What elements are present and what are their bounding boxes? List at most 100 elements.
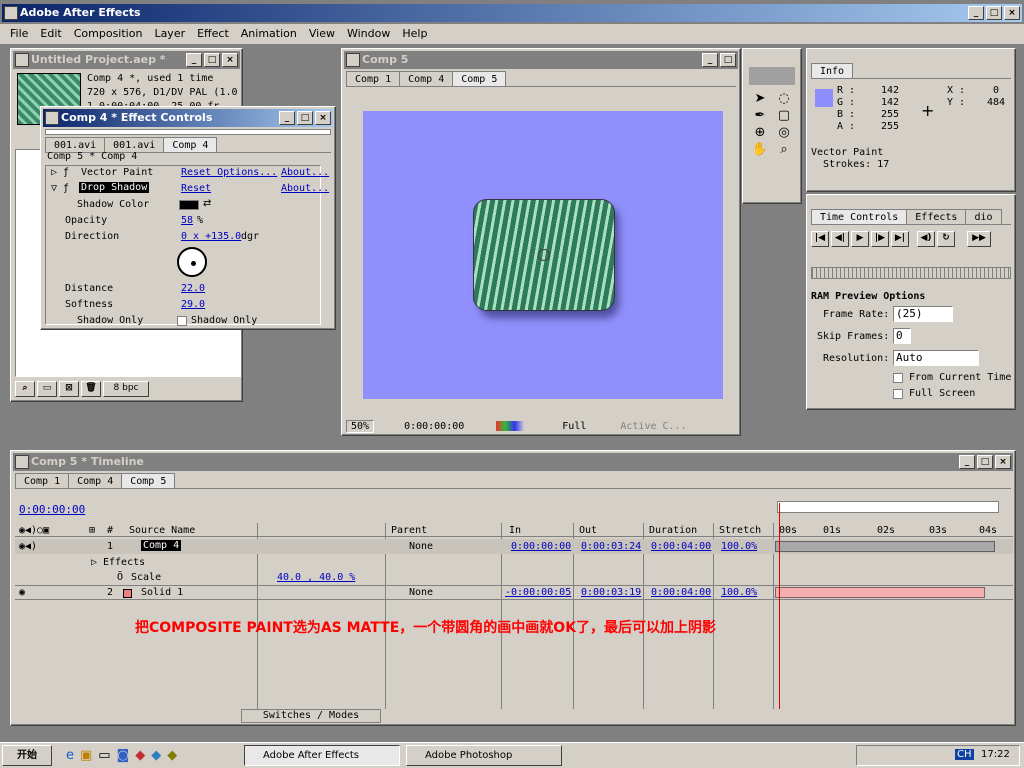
project-minimize-button[interactable]: _ [186,53,202,67]
mask-tool-icon[interactable]: ▢ [773,108,795,123]
prev-frame-icon[interactable]: ◀| [831,231,849,247]
layer-2-label[interactable] [123,589,132,598]
layer-1-switches[interactable]: ◉◀) [19,541,37,552]
scale-value[interactable]: 40.0 , 40.0 % [277,572,355,583]
ds-reset-link[interactable]: Reset [181,183,211,194]
project-maximize-button[interactable]: □ [204,53,220,67]
project-close-button[interactable]: × [222,53,238,67]
vp-about-link[interactable]: About... [281,167,329,178]
layer-1-out[interactable]: 0:00:03:24 [581,541,641,552]
channel-icon[interactable] [496,421,525,431]
start-button[interactable]: 开始 [2,745,52,766]
tl-tab-comp-4[interactable]: Comp 4 [68,473,123,488]
tl-tab-comp-1[interactable]: Comp 1 [15,473,70,488]
direction-dial[interactable] [177,247,207,277]
from-current-checkbox[interactable] [893,373,903,383]
anchor-point-icon[interactable] [538,249,550,261]
shadow-color-swatch[interactable] [179,200,199,210]
taskbar-photoshop[interactable]: Adobe Photoshop [406,745,562,766]
comp-time[interactable]: 0:00:00:00 [404,421,464,432]
opacity-value[interactable]: 58 [181,215,193,226]
timeline-current-time[interactable]: 0:00:00:00 [19,503,85,516]
frame-rate-select[interactable]: (25) [893,306,953,322]
tab-001-avi-1[interactable]: 001.avi [45,137,106,152]
selection-tool-icon[interactable]: ➤ [749,91,771,106]
layer-1-parent[interactable]: None [409,541,433,552]
comp-window[interactable]: Comp 5 _ □ Comp 1 Comp 4 Comp 5 50% 0:00:… [341,48,741,436]
audio-tab[interactable]: dio [965,209,1002,224]
menu-view[interactable]: View [303,25,341,43]
layer-2-name[interactable]: Solid 1 [141,587,183,598]
ec-maximize-button[interactable]: □ [297,111,313,125]
layer-2-switches[interactable]: ◉ [19,587,25,598]
comp-canvas[interactable] [346,91,736,411]
minimize-button[interactable]: _ [968,6,984,20]
stopwatch-icon[interactable]: Ö [117,572,123,583]
find-icon[interactable]: ⌕ [15,381,35,397]
menu-help[interactable]: Help [396,25,433,43]
layer-1-in[interactable]: 0:00:00:00 [511,541,571,552]
explorer-icon[interactable]: ▣ [80,748,92,763]
eyedropper-icon[interactable]: ⇄ [203,198,211,209]
ruler[interactable] [777,501,999,513]
layer-2-parent[interactable]: None [409,587,433,598]
info-window[interactable]: Info R :142 G :142 B :255 A :255 + X :0 … [806,48,1016,192]
drop-shadow-expander[interactable]: ▽ ƒ [51,183,69,194]
layer-1-stretch[interactable]: 100.0% [721,541,757,552]
skip-frames-input[interactable]: 0 [893,328,911,344]
timeline-window[interactable]: Comp 5 * Timeline _ □ × Comp 1 Comp 4 Comp… [10,450,1016,726]
tl-maximize-button[interactable]: □ [977,455,993,469]
app-icon-2[interactable]: ◆ [151,748,161,763]
vector-paint-expander[interactable]: ▷ ƒ [51,167,69,178]
time-slider[interactable] [811,267,1011,279]
hand-tool-icon[interactable]: ✋ [749,142,771,157]
comp-minimize-button[interactable]: _ [702,53,718,67]
softness-value[interactable]: 29.0 [181,299,205,310]
ds-about-link[interactable]: About... [281,183,329,194]
last-frame-icon[interactable]: ▶| [891,231,909,247]
new-comp-icon[interactable]: ⊠ [59,381,79,397]
app-icon-3[interactable]: ◆ [167,748,177,763]
tools-palette[interactable]: ➤ ◌ ✒ ▢ ⊕ ◎ ✋ ⌕ [742,48,802,204]
menu-animation[interactable]: Animation [235,25,303,43]
tab-001-avi-2[interactable]: 001.avi [104,137,165,152]
folder-icon[interactable]: ▭ [37,381,57,397]
comp-maximize-button[interactable]: □ [720,53,736,67]
ec-close-button[interactable]: × [315,111,331,125]
current-time-indicator[interactable] [779,503,780,709]
ram-preview-icon[interactable]: ▶▶ [967,231,991,247]
resolution-select[interactable]: Full [562,421,586,432]
rotate-tool-icon[interactable]: ◌ [773,91,795,106]
time-controls-window[interactable]: Time Controls Effects dio |◀ ◀| ▶ |▶ ▶| … [806,194,1016,410]
pen-tool-icon[interactable]: ✒ [749,108,771,123]
lang-indicator[interactable]: CH [955,749,974,760]
comp-tab-5[interactable]: Comp 5 [452,71,507,86]
tl-tab-comp-5[interactable]: Comp 5 [121,473,176,488]
maximize-button[interactable]: □ [986,6,1002,20]
switches-modes-toggle[interactable]: Switches / Modes [263,710,359,721]
taskbar-after-effects[interactable]: Adobe After Effects [244,745,400,766]
play-icon[interactable]: ▶ [851,231,869,247]
menu-edit[interactable]: Edit [34,25,67,43]
info-tab[interactable]: Info [811,63,854,78]
menu-window[interactable]: Window [341,25,396,43]
resolution-select[interactable]: Auto [893,350,979,366]
distance-value[interactable]: 22.0 [181,283,205,294]
trash-icon[interactable]: 🗑 [81,381,101,397]
view-select[interactable]: Active C... [620,421,686,432]
tl-close-button[interactable]: × [995,455,1011,469]
pan-behind-icon[interactable]: ⊕ [749,125,771,140]
shadow-only-checkbox[interactable] [177,316,187,326]
media-icon[interactable]: ◙ [117,748,130,763]
effects-expander[interactable]: ▷ [91,557,97,568]
layer-2-bar[interactable] [775,587,985,598]
vp-reset-options-link[interactable]: Reset Options... [181,167,277,178]
effects-tab[interactable]: Effects [906,209,967,224]
audio-icon[interactable]: ◀) [917,231,935,247]
oval-mask-icon[interactable]: ◎ [773,125,795,140]
layer-2-out[interactable]: 0:00:03:19 [581,587,641,598]
menu-composition[interactable]: Composition [68,25,149,43]
app-icon-1[interactable]: ◆ [135,748,145,763]
layer-1-name[interactable]: Comp 4 [141,540,182,551]
layer-1-bar[interactable] [775,541,995,552]
